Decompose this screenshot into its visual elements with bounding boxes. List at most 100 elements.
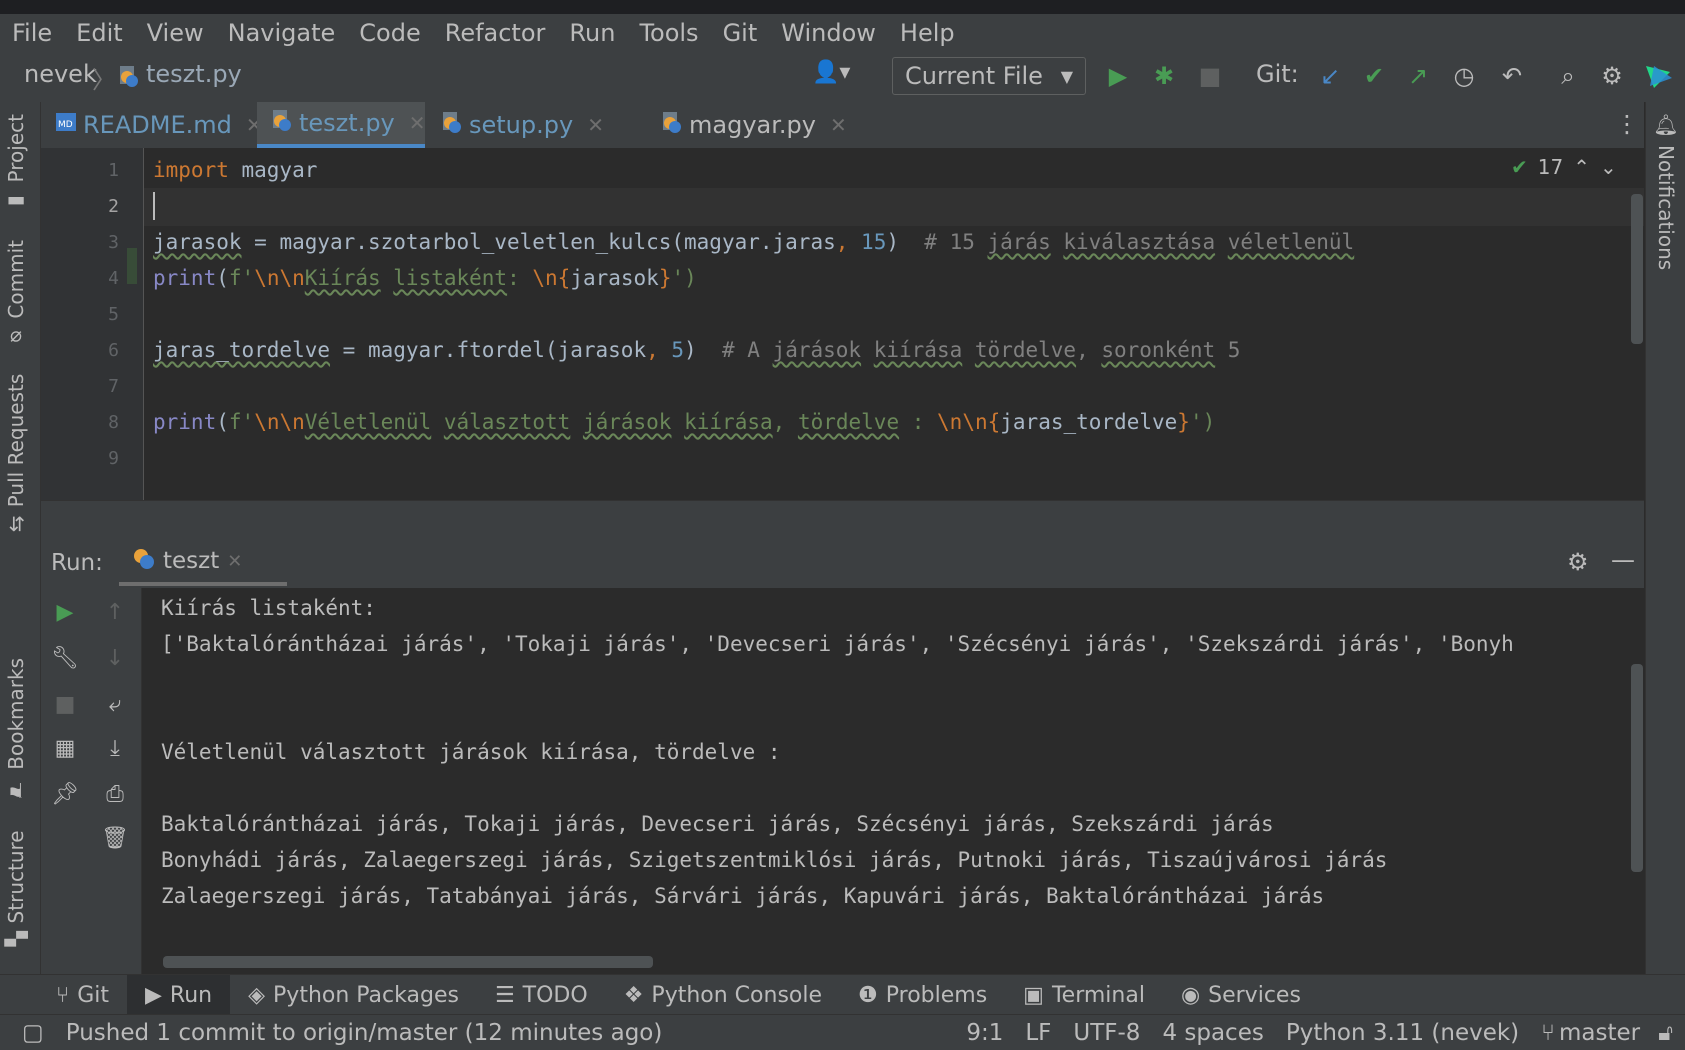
inspection-widget[interactable]: ✔ 17 ⌃ ⌄ [1511,150,1639,184]
sidebar-tab-project[interactable]: ▬ Project [4,114,28,214]
tab-teszt[interactable]: teszt.py ✕ [257,102,426,148]
caret-position[interactable]: 9:1 [966,1020,1003,1046]
menu-git[interactable]: Git [711,19,770,47]
indent-setting[interactable]: 4 spaces [1162,1020,1263,1046]
tool-tab-run[interactable]: ▶ Run [127,975,231,1015]
menu-window[interactable]: Window [769,19,888,47]
editor-scrollbar[interactable] [1631,194,1643,344]
lock-icon[interactable]: 🔓︎ [1658,1020,1673,1046]
menu-navigate[interactable]: Navigate [216,19,348,47]
line-separator[interactable]: LF [1025,1020,1051,1046]
tool-tab-python-packages[interactable]: ◈ Python Packages [230,975,477,1015]
git-update-icon[interactable]: ↙ [1312,58,1348,94]
sidebar-tab-structure[interactable]: ▚ Structure [4,830,28,946]
left-tool-strip: ▬ Project ⌀ Commit ⇆ Pull Requests ⚑ Bookmar… [0,102,41,974]
menu-run[interactable]: Run [557,19,627,47]
scroll-to-end-icon[interactable]: ⤓ [97,730,133,766]
wrench-icon[interactable]: 🔧︎ [47,640,83,676]
menu-edit[interactable]: Edit [64,19,134,47]
run-tab-teszt[interactable]: teszt ✕ [119,540,287,586]
menu-code[interactable]: Code [347,19,432,47]
pin-icon[interactable]: 📌︎ [47,776,83,812]
line-number: 7 [108,376,119,397]
chevron-down-icon[interactable]: ⌄ [1600,155,1617,179]
panel-splitter[interactable] [41,500,1644,541]
console-line: Kiírás listaként: [161,596,376,620]
status-message[interactable]: Pushed 1 commit to origin/master (12 min… [66,1020,663,1046]
close-icon[interactable]: ✕ [227,551,242,572]
inspection-count: 17 [1537,155,1564,179]
console-horizontal-scrollbar[interactable] [163,956,653,968]
sidebar-tab-pull-requests[interactable]: ⇆ Pull Requests [4,374,28,532]
menu-file[interactable]: File [0,19,64,47]
pycharm-logo-icon[interactable] [1644,64,1674,94]
sidebar-tab-bookmarks[interactable]: ⚑ Bookmarks [4,658,28,802]
git-commit-icon[interactable]: ✔ [1356,58,1392,94]
menu-view[interactable]: View [135,19,216,47]
menu-tools[interactable]: Tools [627,19,710,47]
debug-icon[interactable]: ✱ [1146,58,1182,94]
sidebar-tab-notifications[interactable]: 🔔︎ Notifications [1654,112,1678,271]
menu-help[interactable]: Help [888,19,967,47]
editor-tab-bar: MD README.md ✕ teszt.py ✕ setup.py ✕ magyar… [41,102,1644,149]
chevron-up-icon[interactable]: ⌃ [1573,155,1590,179]
history-icon[interactable]: ◷ [1446,58,1482,94]
line-number-gutter: 1 2 3 4 5 6 7 8 9 [41,148,144,500]
soft-wrap-icon[interactable]: ⤶ [97,686,133,722]
bottom-tool-tabs: ⑂ Git ▶ Run ◈ Python Packages ☰ TODO ❖ Python… [0,974,1685,1015]
bookmark-icon: ⚑ [4,777,28,802]
settings-gear-icon[interactable]: ⚙ [1594,58,1630,94]
rerun-icon[interactable]: ▶ [47,594,83,630]
run-config-select[interactable]: Current File ▼ [892,57,1086,95]
tab-magyar[interactable]: magyar.py ✕ [661,102,847,148]
scroll-up-icon[interactable]: ↑ [97,594,133,630]
tool-tab-services[interactable]: ◉ Services [1163,975,1319,1015]
line-number: 6 [108,340,119,361]
print-icon[interactable]: ⎙ [97,776,133,812]
check-icon: ✔ [1511,155,1528,179]
more-vertical-icon[interactable]: ⋮ [1615,110,1639,138]
tool-tab-problems[interactable]: ❶ Problems [840,975,1005,1015]
layout-icon[interactable]: ▦ [47,730,83,766]
git-push-icon[interactable]: ↗ [1400,58,1436,94]
stop-icon[interactable]: ■ [1192,58,1228,94]
terminal-icon: ▣ [1023,982,1044,1008]
trash-icon[interactable]: 🗑︎ [97,820,133,856]
minimize-icon[interactable]: — [1611,546,1635,574]
tool-tab-terminal[interactable]: ▣ Terminal [1005,975,1163,1015]
git-branch[interactable]: master [1559,1020,1640,1046]
tool-tab-python-console[interactable]: ❖ Python Console [606,975,840,1015]
menu-refactor[interactable]: Refactor [433,19,558,47]
python-interpreter[interactable]: Python 3.11 (nevek) [1286,1020,1519,1046]
current-line-highlight [144,188,1644,226]
code-line-3: jarasok = magyar.szotarbol_veletlen_kulc… [153,230,1355,254]
tool-tab-todo[interactable]: ☰ TODO [477,975,606,1015]
close-icon[interactable]: ✕ [587,113,604,137]
line-number: 8 [108,412,119,433]
run-icon[interactable]: ▶ [1100,58,1136,94]
console-vertical-scrollbar[interactable] [1631,664,1643,872]
close-icon[interactable]: ✕ [830,113,847,137]
settings-gear-icon[interactable]: ⚙ [1567,548,1589,576]
sidebar-tab-commit[interactable]: ⌀ Commit [4,240,28,351]
scroll-down-icon[interactable]: ↓ [97,640,133,676]
stop-icon[interactable]: ■ [47,686,83,722]
user-dropdown-icon[interactable]: 👤▾ [812,60,850,85]
breadcrumb-project[interactable]: nevek [24,60,97,88]
python-file-icon [441,110,463,140]
play-icon: ▶ [145,982,162,1008]
line-number: 9 [108,448,119,469]
breadcrumb-file[interactable]: teszt.py [146,60,242,88]
search-icon[interactable]: ⌕ [1550,58,1586,94]
file-encoding[interactable]: UTF-8 [1073,1020,1140,1046]
toggle-panels-icon[interactable]: ▢ [22,1020,44,1046]
close-icon[interactable]: ✕ [409,111,426,135]
line-number: 5 [108,304,119,325]
tab-setup[interactable]: setup.py ✕ [441,102,604,148]
markdown-file-icon: MD [55,110,77,140]
tool-tab-git[interactable]: ⑂ Git [0,975,127,1015]
code-editor[interactable]: 1 2 3 4 5 6 7 8 9 import magyar jarasok … [41,148,1644,500]
info-icon: ❶ [858,982,878,1008]
rollback-icon[interactable]: ↶ [1494,58,1530,94]
tab-readme[interactable]: MD README.md ✕ [55,102,263,148]
